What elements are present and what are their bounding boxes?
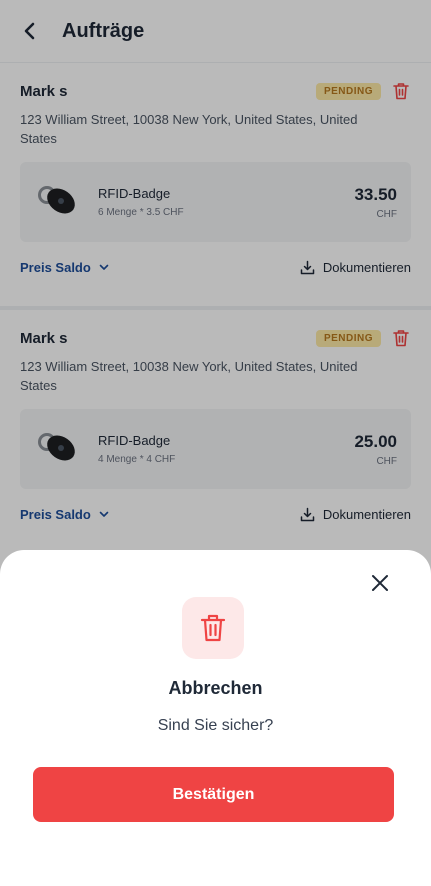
confirm-bottom-sheet: Abbrechen Sind Sie sicher? Bestätigen (0, 550, 431, 886)
close-icon (372, 575, 388, 591)
sheet-title: Abbrechen (168, 678, 263, 698)
confirm-button[interactable]: Bestätigen (33, 767, 394, 822)
sheet-message: Sind Sie sicher? (157, 717, 274, 734)
close-button[interactable] (369, 572, 391, 594)
trash-icon (200, 614, 226, 642)
warning-icon-badge (182, 597, 244, 659)
